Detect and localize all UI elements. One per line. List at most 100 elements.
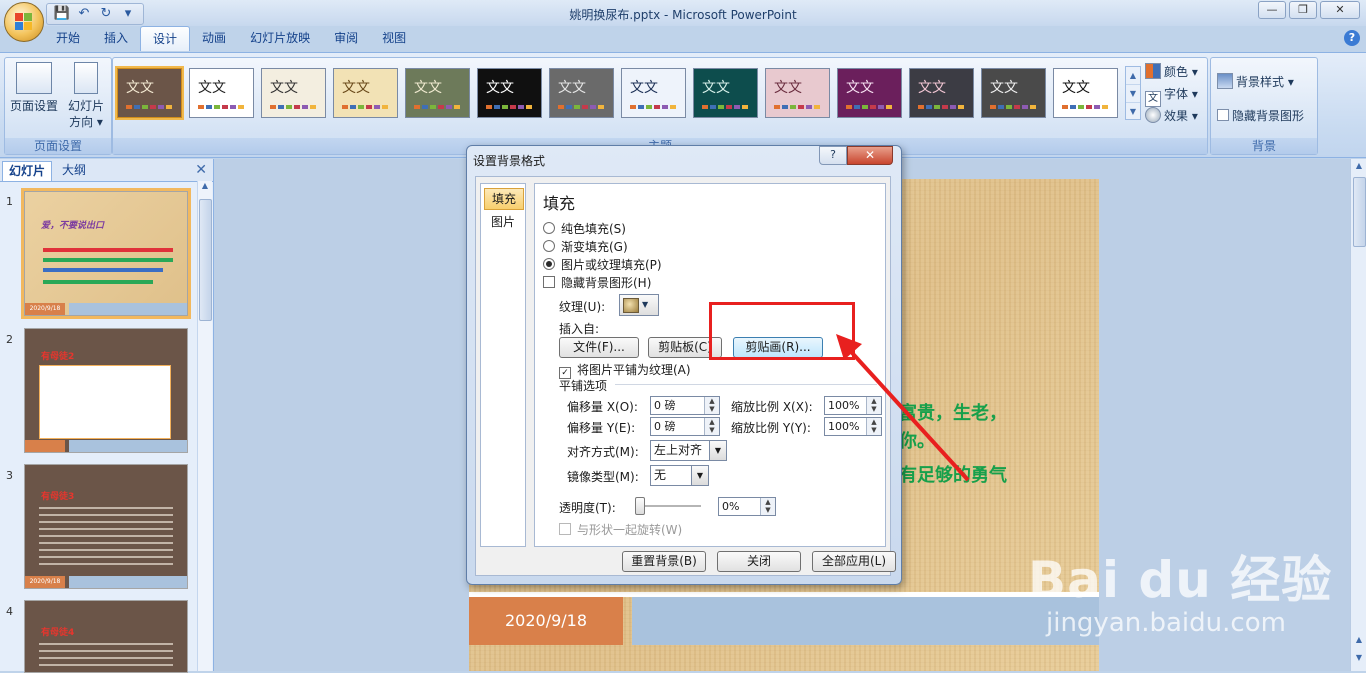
- gradient-fill-option[interactable]: 渐变填充(G): [543, 238, 628, 255]
- tab-slides[interactable]: 幻灯片: [2, 161, 53, 181]
- theme-thumbnail[interactable]: 文文: [765, 68, 830, 118]
- offset-x-stepper[interactable]: 0 磅 ▲ ▼: [650, 396, 720, 415]
- close-pane-icon[interactable]: ✕: [195, 162, 207, 178]
- previous-slide-icon[interactable]: ▲: [1353, 635, 1365, 644]
- slide-thumbnail-1[interactable]: 爱，不要说出口 2020/9/18: [21, 188, 191, 319]
- offset-y-stepper[interactable]: 0 磅 ▲ ▼: [650, 417, 720, 436]
- nav-fill[interactable]: 填充: [484, 188, 524, 210]
- help-icon[interactable]: ?: [1344, 30, 1360, 46]
- picture-texture-fill-radio[interactable]: [543, 258, 555, 270]
- chevron-down-icon[interactable]: ▼: [709, 441, 726, 460]
- gallery-down-icon[interactable]: ▼: [1126, 85, 1140, 103]
- theme-thumbnail[interactable]: 文文: [115, 66, 184, 120]
- save-icon[interactable]: 💾: [53, 6, 71, 22]
- stepper-arrows-icon[interactable]: ▲ ▼: [760, 498, 775, 515]
- theme-sample-text: 文文: [1062, 80, 1090, 96]
- theme-thumbnail[interactable]: 文文: [837, 68, 902, 118]
- transparency-value[interactable]: 0%: [719, 500, 739, 513]
- scale-y-label: 缩放比例 Y(Y):: [731, 421, 811, 435]
- alignment-select[interactable]: 左上对齐 ▼: [650, 440, 727, 461]
- hide-bg-checkbox-box[interactable]: [1217, 109, 1229, 121]
- hide-bg-graphics-option[interactable]: 隐藏背景图形(H): [543, 274, 651, 291]
- offset-x-value[interactable]: 0 磅: [651, 399, 676, 412]
- office-button[interactable]: [4, 2, 44, 42]
- slide-footer-date[interactable]: 2020/9/18: [469, 597, 623, 645]
- tab-animations[interactable]: 动画: [190, 26, 238, 50]
- reset-background-button[interactable]: 重置背景(B): [622, 551, 706, 572]
- chevron-down-icon[interactable]: ▼: [691, 466, 708, 485]
- gradient-fill-radio[interactable]: [543, 240, 555, 252]
- effects-icon: [1145, 107, 1161, 123]
- offset-y-value[interactable]: 0 磅: [651, 420, 676, 433]
- theme-thumbnail[interactable]: 文文: [261, 68, 326, 118]
- theme-fonts-button[interactable]: 文字体 ▾: [1145, 84, 1198, 107]
- slide-orientation-button[interactable]: 幻灯片 方向 ▾: [59, 62, 113, 130]
- solid-fill-radio[interactable]: [543, 222, 555, 234]
- tab-review[interactable]: 审阅: [322, 26, 370, 50]
- gallery-up-icon[interactable]: ▲: [1126, 67, 1140, 85]
- scroll-thumb[interactable]: [199, 199, 212, 321]
- main-scroll-up-icon[interactable]: ▲: [1353, 161, 1365, 170]
- dialog-help-button[interactable]: ?: [819, 146, 847, 165]
- tab-home[interactable]: 开始: [44, 26, 92, 50]
- theme-thumbnail[interactable]: 文文: [621, 68, 686, 118]
- tab-slideshow[interactable]: 幻灯片放映: [238, 26, 322, 50]
- slide-2-footer-left: [25, 440, 65, 452]
- main-scrollbar[interactable]: ▲ ▲ ▼: [1350, 159, 1366, 671]
- gallery-more-icon[interactable]: ▼: [1126, 103, 1140, 120]
- stepper-arrows-icon[interactable]: ▲ ▼: [704, 397, 719, 414]
- slide-thumbnail-3[interactable]: 有母徒3 2020/9/18: [24, 464, 188, 589]
- theme-thumbnail[interactable]: 文文: [981, 68, 1046, 118]
- main-scroll-thumb[interactable]: [1353, 177, 1366, 247]
- close-button[interactable]: 关闭: [717, 551, 801, 572]
- page-setup-button[interactable]: 页面设置: [7, 62, 61, 114]
- theme-thumbnail[interactable]: 文文: [189, 68, 254, 118]
- insert-file-button[interactable]: 文件(F)...: [559, 337, 639, 358]
- theme-color-swatches: [702, 105, 748, 109]
- maximize-button[interactable]: ❐: [1289, 1, 1317, 19]
- transparency-slider-thumb[interactable]: [635, 497, 645, 515]
- hide-background-graphics-checkbox[interactable]: 隐藏背景图形: [1217, 106, 1304, 126]
- dialog-close-button[interactable]: ✕: [847, 146, 893, 165]
- tab-design[interactable]: 设计: [140, 26, 191, 51]
- transparency-stepper[interactable]: 0% ▲ ▼: [718, 497, 776, 516]
- window-controls: — ❐ ✕: [1258, 1, 1360, 19]
- tab-view[interactable]: 视图: [370, 26, 418, 50]
- slide-thumbnail-2[interactable]: 有母徒2: [24, 328, 188, 453]
- theme-colors-button[interactable]: 颜色 ▾: [1145, 62, 1198, 82]
- tab-outline[interactable]: 大纲: [56, 161, 92, 180]
- theme-thumbnail[interactable]: 文文: [333, 68, 398, 118]
- texture-picker[interactable]: ▼: [619, 294, 659, 316]
- nav-picture[interactable]: 图片: [484, 212, 522, 232]
- undo-icon[interactable]: ↶: [75, 6, 93, 22]
- mirror-type-select[interactable]: 无 ▼: [650, 465, 709, 486]
- theme-effects-button[interactable]: 效果 ▾: [1145, 106, 1198, 126]
- next-slide-icon[interactable]: ▼: [1353, 653, 1365, 662]
- theme-thumbnail[interactable]: 文文: [405, 68, 470, 118]
- customize-qat-icon[interactable]: ▾: [119, 6, 137, 22]
- theme-thumbnail[interactable]: 文文: [1053, 68, 1118, 118]
- theme-gallery-scroll[interactable]: ▲ ▼ ▼: [1125, 66, 1141, 120]
- transparency-slider-track[interactable]: [639, 505, 701, 507]
- apply-to-all-button[interactable]: 全部应用(L): [812, 551, 896, 572]
- stepper-arrows-icon[interactable]: ▲ ▼: [704, 418, 719, 435]
- tab-insert[interactable]: 插入: [92, 26, 140, 50]
- hide-bg-graphics-checkbox[interactable]: [543, 276, 555, 288]
- theme-thumbnail[interactable]: 文文: [909, 68, 974, 118]
- redo-icon[interactable]: ↻: [97, 6, 115, 22]
- picture-texture-fill-option[interactable]: 图片或纹理填充(P): [543, 256, 662, 273]
- slides-pane-scrollbar[interactable]: ▲: [197, 181, 212, 671]
- theme-sample-text: 文文: [702, 80, 730, 96]
- close-window-button[interactable]: ✕: [1320, 1, 1360, 19]
- theme-thumbnail[interactable]: 文文: [477, 68, 542, 118]
- theme-sample-text: 文文: [846, 80, 874, 96]
- theme-thumbnail[interactable]: 文文: [693, 68, 758, 118]
- scroll-up-icon[interactable]: ▲: [199, 181, 211, 195]
- background-styles-button[interactable]: 背景样式 ▾: [1217, 72, 1294, 92]
- solid-fill-option[interactable]: 纯色填充(S): [543, 220, 626, 237]
- insert-from-label: 插入自:: [559, 322, 600, 336]
- minimize-button[interactable]: —: [1258, 1, 1286, 19]
- theme-thumbnail[interactable]: 文文: [549, 68, 614, 118]
- theme-color-swatches: [774, 105, 820, 109]
- slide-thumbnail-4[interactable]: 有母徒4: [24, 600, 188, 673]
